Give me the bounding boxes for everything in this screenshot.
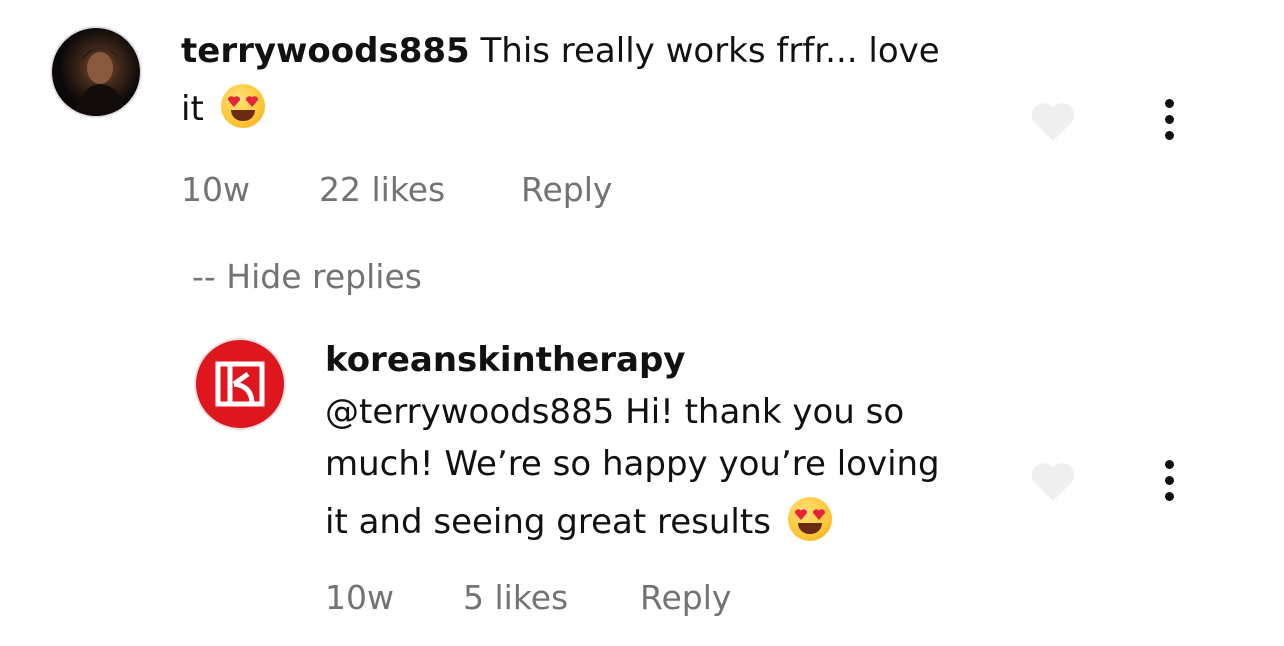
- reply-text-line2: much! We’re so happy you’re loving: [325, 444, 940, 484]
- comment-text-line1: This really works frfr... love: [480, 31, 940, 71]
- reply-more-options-icon[interactable]: [1159, 460, 1179, 501]
- reply-body: koreanskintherapy @terrywoods885 Hi! tha…: [325, 334, 1025, 548]
- reply-username[interactable]: koreanskintherapy: [325, 340, 685, 380]
- comment-reply-button[interactable]: Reply: [521, 170, 612, 210]
- heart-eyes-emoji-icon: [787, 497, 832, 541]
- brand-logo-icon: [215, 361, 265, 407]
- comment-time: 10w: [181, 170, 250, 209]
- comment-body: terrywoods885 This really works frfr... …: [181, 22, 1011, 138]
- reply-time: 10w: [325, 578, 394, 617]
- comment-text-line2: it: [181, 89, 204, 129]
- comment-username[interactable]: terrywoods885: [181, 31, 470, 71]
- heart-eyes-emoji-icon: [220, 84, 265, 128]
- hide-replies-button[interactable]: -- Hide replies: [192, 257, 422, 297]
- reply-like-heart-icon[interactable]: [1030, 462, 1076, 502]
- commenter-photo-icon: [74, 48, 126, 116]
- more-options-icon[interactable]: [1159, 99, 1179, 140]
- reply-text-line1: @terrywoods885 Hi! thank you so: [325, 392, 905, 432]
- reply-reply-button[interactable]: Reply: [640, 578, 731, 618]
- reply-text-line3: it and seeing great results: [325, 502, 771, 542]
- commenter-avatar[interactable]: [50, 26, 142, 118]
- comment-likes[interactable]: 22 likes: [319, 170, 445, 210]
- reply-avatar[interactable]: [194, 338, 286, 430]
- like-heart-icon[interactable]: [1030, 102, 1076, 142]
- reply-likes[interactable]: 5 likes: [463, 578, 568, 618]
